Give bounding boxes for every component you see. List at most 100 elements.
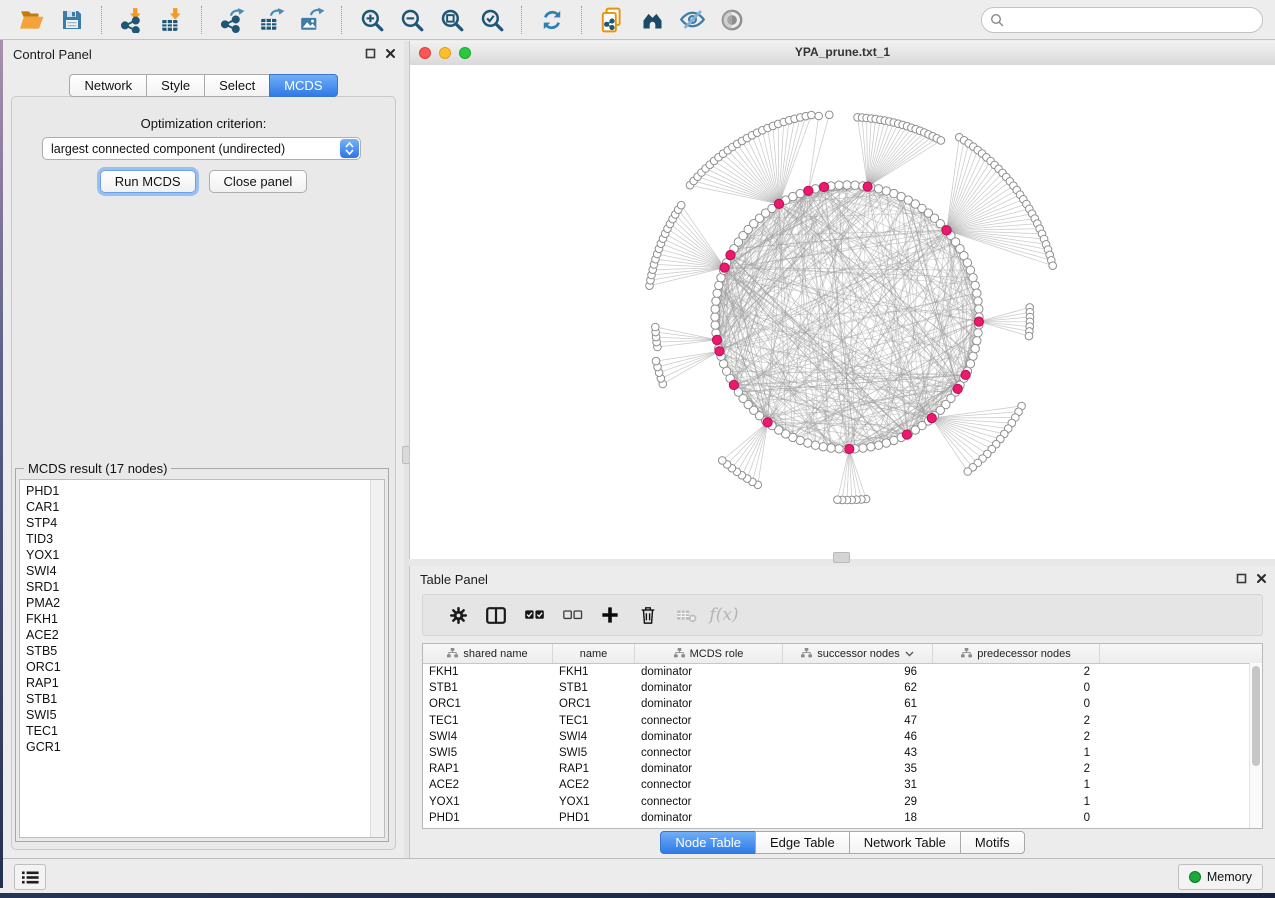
- mcds-node-item[interactable]: STB5: [20, 643, 370, 659]
- scrollbar-thumb[interactable]: [1252, 666, 1260, 766]
- mcds-node-item[interactable]: PHD1: [20, 483, 370, 499]
- export-table-button[interactable]: [255, 4, 289, 36]
- search-icon: [990, 13, 1004, 27]
- cell: SWI4: [553, 729, 635, 745]
- table-row[interactable]: ACE2ACE2connector311: [423, 777, 1262, 793]
- run-mcds-button[interactable]: Run MCDS: [100, 170, 196, 193]
- cell: 1: [933, 745, 1100, 761]
- close-panel-icon[interactable]: [1256, 573, 1267, 584]
- hide-selected-button[interactable]: [675, 4, 709, 36]
- table-row[interactable]: PHD1PHD1dominator180: [423, 810, 1262, 826]
- column-label: name: [580, 648, 608, 660]
- column-type-icon: [961, 648, 972, 659]
- splitter-handle[interactable]: [833, 552, 850, 563]
- mcds-node-item[interactable]: ORC1: [20, 659, 370, 675]
- export-image-button[interactable]: [295, 4, 329, 36]
- mcds-node-item[interactable]: CAR1: [20, 499, 370, 515]
- zoom-fit-button[interactable]: [435, 4, 469, 36]
- mcds-node-item[interactable]: SRD1: [20, 579, 370, 595]
- column-header-shared-name[interactable]: shared name: [423, 644, 553, 663]
- tab-select[interactable]: Select: [204, 74, 270, 97]
- mcds-node-item[interactable]: TID3: [20, 531, 370, 547]
- cell: 0: [933, 680, 1100, 696]
- table-row[interactable]: ORC1ORC1dominator610: [423, 696, 1262, 712]
- zoom-out-button[interactable]: [395, 4, 429, 36]
- zoom-selected-button[interactable]: [475, 4, 509, 36]
- export-network-button[interactable]: [215, 4, 249, 36]
- deselect-all-rows-button[interactable]: [553, 598, 591, 632]
- mcds-node-item[interactable]: YOX1: [20, 547, 370, 563]
- search-input[interactable]: [1009, 12, 1254, 28]
- table-row[interactable]: SWI5SWI5connector431: [423, 745, 1262, 761]
- select-all-rows-button[interactable]: [515, 598, 553, 632]
- table-row[interactable]: TEC1TEC1connector472: [423, 713, 1262, 729]
- mcds-node-item[interactable]: GCR1: [20, 739, 370, 755]
- new-network-from-selection-button[interactable]: [595, 4, 629, 36]
- float-panel-icon[interactable]: [1236, 573, 1247, 584]
- mcds-node-item[interactable]: SWI4: [20, 563, 370, 579]
- tab-style[interactable]: Style: [146, 74, 205, 97]
- tab-edge-table[interactable]: Edge Table: [755, 831, 850, 854]
- tab-node-table[interactable]: Node Table: [660, 831, 756, 854]
- first-neighbors-button[interactable]: [635, 4, 669, 36]
- table-mode-button[interactable]: [439, 598, 477, 632]
- mcds-node-item[interactable]: FKH1: [20, 611, 370, 627]
- table-panel-title: Table Panel: [420, 572, 488, 587]
- mcds-node-item[interactable]: ACE2: [20, 627, 370, 643]
- tab-network[interactable]: Network: [69, 74, 147, 97]
- table-row[interactable]: YOX1YOX1connector291: [423, 794, 1262, 810]
- column-header-successor-nodes[interactable]: successor nodes: [783, 644, 933, 663]
- horizontal-splitter[interactable]: [409, 559, 1275, 566]
- mcds-node-item[interactable]: STB1: [20, 691, 370, 707]
- function-builder-button[interactable]: f(x): [705, 598, 743, 632]
- list-scrollbar[interactable]: [370, 480, 384, 837]
- close-panel-icon[interactable]: [385, 48, 396, 59]
- table-row[interactable]: RAP1RAP1dominator352: [423, 761, 1262, 777]
- sort-caret-icon: [905, 651, 914, 657]
- tab-network-table[interactable]: Network Table: [849, 831, 961, 854]
- network-graph[interactable]: [410, 65, 1275, 559]
- zoom-in-button[interactable]: [355, 4, 389, 36]
- column-header-predecessor-nodes[interactable]: predecessor nodes: [933, 644, 1100, 663]
- show-all-button[interactable]: [715, 4, 749, 36]
- close-panel-button[interactable]: Close panel: [209, 170, 308, 193]
- fx-icon: f(x): [709, 605, 738, 625]
- table-row[interactable]: FKH1FKH1dominator962: [423, 664, 1262, 680]
- float-panel-icon[interactable]: [365, 48, 376, 59]
- open-folder-icon: [19, 7, 45, 33]
- import-network-icon: [119, 7, 145, 33]
- gear-icon: [449, 606, 468, 625]
- column-header-MCDS-role[interactable]: MCDS role: [635, 644, 783, 663]
- network-window-titlebar[interactable]: YPA_prune.txt_1: [410, 41, 1275, 66]
- network-view-window: YPA_prune.txt_1: [409, 41, 1275, 559]
- table-scrollbar[interactable]: [1249, 663, 1262, 828]
- import-network-button[interactable]: [115, 4, 149, 36]
- table-row[interactable]: SWI4SWI4dominator462: [423, 729, 1262, 745]
- column-header-name[interactable]: name: [553, 644, 635, 663]
- criterion-dropdown[interactable]: largest connected component (undirected): [42, 137, 361, 160]
- apply-layout-button[interactable]: [535, 4, 569, 36]
- mcds-node-item[interactable]: STP4: [20, 515, 370, 531]
- control-panel: Control Panel NetworkStyleSelectMCDS Opt…: [3, 41, 404, 858]
- toolbar-separator: [581, 6, 583, 34]
- show-panels-button[interactable]: [14, 864, 46, 890]
- open-file-button[interactable]: [15, 4, 49, 36]
- tab-motifs[interactable]: Motifs: [960, 831, 1025, 854]
- network-canvas[interactable]: [410, 65, 1275, 559]
- import-table-button[interactable]: [155, 4, 189, 36]
- mcds-node-item[interactable]: SWI5: [20, 707, 370, 723]
- create-column-button[interactable]: [591, 598, 629, 632]
- mcds-node-item[interactable]: TEC1: [20, 723, 370, 739]
- search-box[interactable]: [981, 7, 1263, 33]
- tab-mcds[interactable]: MCDS: [269, 74, 337, 97]
- mcds-node-item[interactable]: RAP1: [20, 675, 370, 691]
- show-columns-button[interactable]: [477, 598, 515, 632]
- table-row[interactable]: STB1STB1dominator620: [423, 680, 1262, 696]
- list-menu-icon: [22, 871, 39, 884]
- delete-column-button[interactable]: [629, 598, 667, 632]
- memory-button[interactable]: Memory: [1178, 864, 1263, 890]
- mcds-node-item[interactable]: PMA2: [20, 595, 370, 611]
- save-session-button[interactable]: [55, 4, 89, 36]
- delete-table-button[interactable]: [667, 598, 705, 632]
- cell: 35: [783, 761, 933, 777]
